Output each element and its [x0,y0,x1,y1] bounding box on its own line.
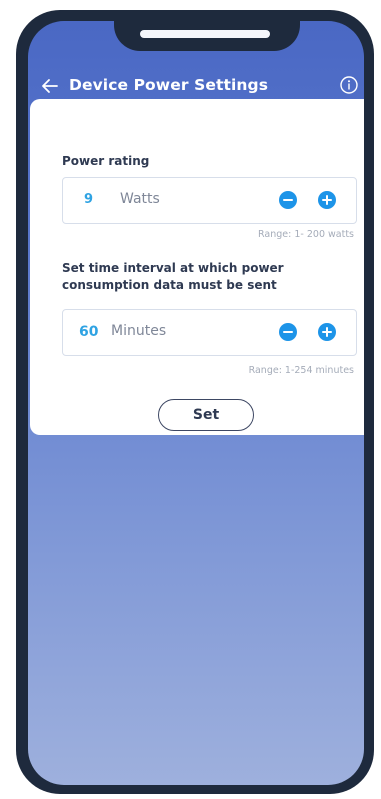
power-rating-unit: Watts [120,191,160,207]
arrow-left-icon[interactable] [40,76,60,96]
interval-field[interactable]: 60 Minutes [62,309,357,356]
interval-range-hint: Range: 1-254 minutes [248,365,354,376]
minus-icon [283,331,293,333]
decrease-power-button[interactable] [279,191,297,209]
power-rating-label: Power rating [62,154,150,168]
decrease-interval-button[interactable] [279,323,297,341]
interval-label-line2: consumption data must be sent [62,278,277,292]
app-screen: Device Power Settings Power rating 9 Wat… [28,21,364,785]
increase-power-button[interactable] [318,191,336,209]
info-circle-icon[interactable] [339,75,359,95]
power-rating-value[interactable]: 9 [84,192,93,207]
settings-card: Power rating 9 Watts Range: 1- 200 watts… [30,99,364,435]
interval-unit: Minutes [111,323,167,339]
interval-value[interactable]: 60 [79,324,98,340]
minus-icon [283,199,293,201]
interval-label-line1: Set time interval at which power [62,261,284,275]
power-rating-field[interactable]: 9 Watts [62,177,357,224]
set-button[interactable]: Set [158,399,254,431]
phone-speaker [140,30,270,38]
increase-interval-button[interactable] [318,323,336,341]
page-title: Device Power Settings [69,76,269,94]
power-range-hint: Range: 1- 200 watts [258,229,354,240]
